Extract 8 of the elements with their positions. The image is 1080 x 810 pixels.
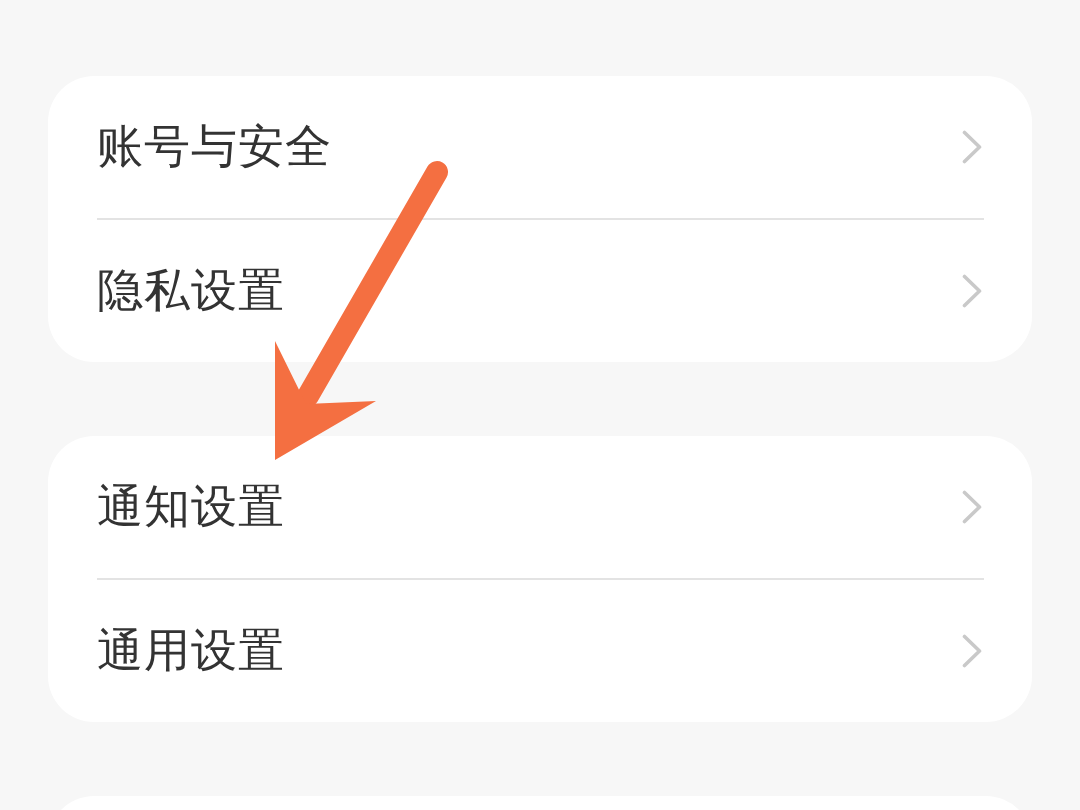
settings-item[interactable]: 隐私设置 xyxy=(97,220,984,362)
settings-item[interactable]: 通用设置 xyxy=(97,580,984,722)
chevron-right-icon xyxy=(962,130,982,164)
chevron-right-icon xyxy=(962,490,982,524)
settings-item[interactable]: 账号与安全 xyxy=(97,76,984,218)
chevron-right-icon xyxy=(962,634,982,668)
settings-item[interactable]: 通知设置 xyxy=(97,436,984,578)
chevron-right-icon xyxy=(962,274,982,308)
